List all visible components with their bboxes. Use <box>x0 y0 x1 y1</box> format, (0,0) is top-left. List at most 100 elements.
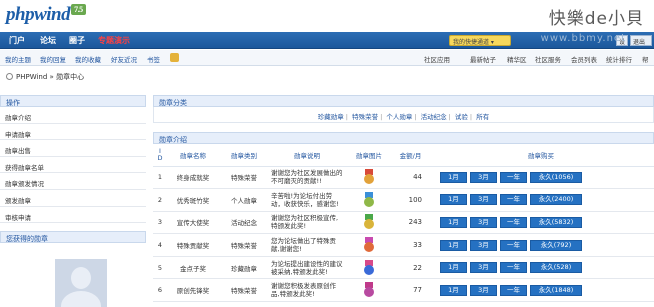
medal-purchase-cell: 1月 3月 一年 永久(1848) <box>428 278 654 303</box>
buy-1-year-button[interactable]: 一年 <box>500 194 527 206</box>
subnav-my-favorites[interactable]: 我的收藏 <box>75 54 101 64</box>
subnav-members[interactable]: 会员列表 <box>571 54 597 64</box>
medal-icon <box>364 169 374 185</box>
buy-forever-button[interactable]: 永久(5832) <box>530 216 582 228</box>
medal-desc: 您为论坛做出了特殊贡献,谢谢您! <box>269 233 345 257</box>
medal-id: 3 <box>153 211 167 235</box>
gained-medals-title: 您获得的勋章 <box>0 231 146 244</box>
nav-item-special-demo[interactable]: 专题演示 <box>98 35 130 46</box>
medal-icon <box>364 237 374 253</box>
medal-purchase-cell: 1月 3月 一年 永久(1056) <box>428 166 654 190</box>
subnav-my-replies[interactable]: 我的回复 <box>40 54 66 64</box>
phpwind-logo[interactable]: phpwind 7.5 <box>6 4 86 26</box>
buy-forever-button[interactable]: 永久(1848) <box>530 284 582 296</box>
medal-price: 100 <box>393 188 428 212</box>
buy-1-month-button[interactable]: 1月 <box>440 262 467 274</box>
buy-3-month-button[interactable]: 3月 <box>470 171 497 183</box>
category-personal[interactable]: 个人勋章 <box>386 113 412 121</box>
medal-desc: 谢谢您积极发表原创作品,特颁发此奖! <box>269 278 345 303</box>
sidebar-item-award-status[interactable]: 勋章颁发情况 <box>0 173 146 190</box>
logout-link[interactable]: 退出 <box>630 35 652 46</box>
medal-purchase-cell: 1月 3月 一年 永久(5832) <box>428 211 654 235</box>
medal-panel: 勋章介绍 I D 勋章名称 勋章类别 勋章说明 勋章图片 金额/月 勋章购买 1… <box>153 132 654 303</box>
breadcrumb: PHPWind » 勋章中心 <box>6 72 84 82</box>
buy-1-year-button[interactable]: 一年 <box>500 262 527 274</box>
breadcrumb-site[interactable]: PHPWind <box>16 73 47 81</box>
subnav-friends-status[interactable]: 好友近况 <box>111 54 137 64</box>
sub-nav: 我的主题 我的回复 我的收藏 好友近况 书签 社区应用 最新帖子 精华区 社区服… <box>0 50 654 66</box>
gift-icon[interactable] <box>170 53 179 62</box>
category-all[interactable]: 所有 <box>476 113 489 121</box>
subnav-digest[interactable]: 精华区 <box>507 54 527 64</box>
medal-price: 77 <box>393 278 428 303</box>
table-row: 3 宣传大使奖 活动纪念 谢谢您为社区积极宣传,特颁发此奖! 243 1月 3月 一年 永久(5… <box>153 211 654 235</box>
medal-type: 个人勋章 <box>219 188 269 212</box>
buy-1-year-button[interactable]: 一年 <box>500 239 527 251</box>
medal-icon <box>364 259 374 276</box>
home-icon[interactable] <box>6 73 13 80</box>
buy-1-month-button[interactable]: 1月 <box>440 171 467 183</box>
buy-1-month-button[interactable]: 1月 <box>440 239 467 251</box>
medal-icon <box>364 191 374 208</box>
buy-3-month-button[interactable]: 3月 <box>470 194 497 206</box>
buy-1-month-button[interactable]: 1月 <box>440 216 467 228</box>
buy-forever-button[interactable]: 永久(2400) <box>530 194 582 206</box>
medal-image-cell <box>345 211 393 235</box>
avatar <box>55 259 107 307</box>
buy-forever-button[interactable]: 永久(528) <box>530 262 582 274</box>
watermark-text: 快樂de小貝 <box>548 9 644 29</box>
buy-1-month-button[interactable]: 1月 <box>440 284 467 296</box>
subnav-apps[interactable]: 社区应用 <box>424 54 450 64</box>
category-collection[interactable]: 珍藏勋章 <box>318 113 344 121</box>
table-row: 6 原创先锋奖 特殊荣誉 谢谢您积极发表原创作品,特颁发此奖! 77 1月 3月 一年 永久(1… <box>153 278 654 303</box>
medal-name: 宣传大使奖 <box>167 211 219 235</box>
medal-price: 22 <box>393 256 428 280</box>
top-header: phpwind 7.5 快樂de小貝 <box>0 0 654 32</box>
medal-purchase-cell: 1月 3月 一年 永久(792) <box>428 233 654 257</box>
medal-name: 优秀斑竹奖 <box>167 188 219 212</box>
nav-item-forum[interactable]: 论坛 <box>40 35 56 46</box>
medal-table: I D 勋章名称 勋章类别 勋章说明 勋章图片 金额/月 勋章购买 1 终身成就奖… <box>153 144 654 303</box>
medal-desc: 谢谢您为社区积极宣传,特颁发此奖! <box>269 211 345 235</box>
main-content: 勋章分类 珍藏勋章 | 特殊荣誉 | 个人勋章 | 活动纪念 | 试验 | 所有 勋章介绍… <box>153 95 654 303</box>
sidebar-item-medal-sale[interactable]: 勋章出售 <box>0 140 146 157</box>
buy-forever-button[interactable]: 永久(1056) <box>530 171 582 183</box>
sidebar-item-award-medal[interactable]: 颁发勋章 <box>0 190 146 207</box>
col-desc: 勋章说明 <box>269 144 345 167</box>
col-id: I D <box>153 144 167 167</box>
nav-item-groups[interactable]: 圈子 <box>69 35 85 46</box>
subnav-my-threads[interactable]: 我的主题 <box>5 54 31 64</box>
subnav-bookmarks[interactable]: 书签 <box>147 54 160 64</box>
subnav-help[interactable]: 帮 <box>642 54 649 64</box>
buy-3-month-button[interactable]: 3月 <box>470 239 497 251</box>
version-badge: 7.5 <box>71 4 86 15</box>
category-test[interactable]: 试验 <box>455 113 468 121</box>
buy-3-month-button[interactable]: 3月 <box>470 284 497 296</box>
category-event[interactable]: 活动纪念 <box>421 113 447 121</box>
subnav-services[interactable]: 社区服务 <box>535 54 561 64</box>
subnav-stats[interactable]: 统计排行 <box>606 54 632 64</box>
sidebar-item-review-applications[interactable]: 审核申请 <box>0 207 146 224</box>
medal-desc: 辛苦啦!为论坛付出劳动，收获快乐，感谢您! <box>269 188 345 212</box>
buy-3-month-button[interactable]: 3月 <box>470 262 497 274</box>
breadcrumb-current: 勋章中心 <box>56 73 85 81</box>
buy-1-year-button[interactable]: 一年 <box>500 284 527 296</box>
sidebar-item-medal-winners[interactable]: 获得勋章名单 <box>0 157 146 174</box>
buy-1-month-button[interactable]: 1月 <box>440 194 467 206</box>
sidebar-item-apply-medal[interactable]: 申请勋章 <box>0 124 146 141</box>
medal-id: 1 <box>153 166 167 190</box>
buy-1-year-button[interactable]: 一年 <box>500 216 527 228</box>
table-row: 5 金点子奖 珍藏勋章 为论坛提出建设性的建议被采纳,特颁发此奖! 22 1月 3月 一年 永久… <box>153 256 654 280</box>
buy-forever-button[interactable]: 永久(792) <box>530 239 582 251</box>
nav-item-portal[interactable]: 门户 <box>9 35 25 46</box>
buy-1-year-button[interactable]: 一年 <box>500 171 527 183</box>
quick-links-dropdown[interactable]: 我的快捷通道 ▾ <box>449 35 511 46</box>
subnav-latest-posts[interactable]: 最新帖子 <box>470 54 496 64</box>
breadcrumb-separator: » <box>49 73 54 81</box>
medal-image-cell <box>345 256 393 280</box>
category-special-honor[interactable]: 特殊荣誉 <box>352 113 378 121</box>
sidebar-item-medal-intro[interactable]: 勋章介绍 <box>0 107 146 124</box>
col-name: 勋章名称 <box>167 144 219 167</box>
buy-3-month-button[interactable]: 3月 <box>470 216 497 228</box>
medal-price: 33 <box>393 233 428 257</box>
